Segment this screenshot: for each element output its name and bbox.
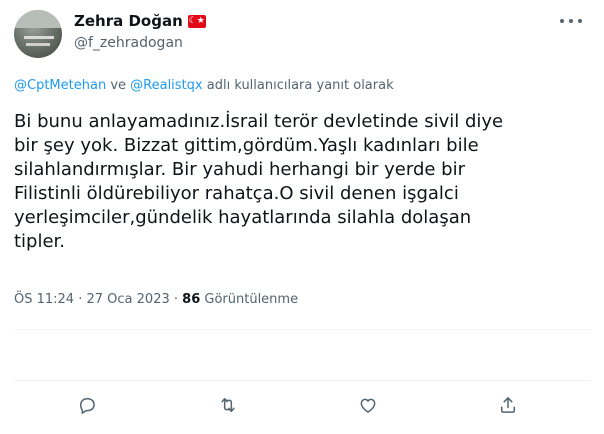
tweet-date[interactable]: 27 Oca 2023 — [87, 292, 170, 307]
reply-button[interactable] — [72, 390, 102, 420]
share-button[interactable] — [493, 390, 523, 420]
like-button[interactable] — [353, 390, 383, 420]
dot — [578, 19, 582, 23]
reply-icon — [80, 398, 95, 414]
retweet-button[interactable] — [213, 390, 243, 420]
avatar-detail — [26, 43, 50, 46]
reply-context: @CptMetehan ve @Realistqx adlı kullanıcı… — [14, 78, 394, 93]
reply-suffix: adlı kullanıcılara yanıt olarak — [202, 78, 394, 93]
retweet-icon — [221, 398, 235, 412]
views-count: 86 — [182, 292, 201, 307]
reply-connector: ve — [106, 78, 131, 93]
reply-user-link[interactable]: @Realistqx — [130, 78, 202, 93]
tweet-time[interactable]: ÖS 11:24 — [14, 292, 74, 307]
author-display-name[interactable]: Zehra Doğan — [74, 12, 183, 30]
avatar-sky — [14, 10, 62, 28]
author-handle[interactable]: @f_zehradogan — [74, 35, 183, 51]
more-options-icon[interactable] — [560, 14, 582, 28]
meta-separator: · — [74, 292, 87, 307]
tweet-meta: ÖS 11:24 · 27 Oca 2023 · 86 Görüntülenme — [14, 292, 298, 307]
tweet-actions — [0, 390, 604, 420]
avatar[interactable] — [14, 10, 62, 58]
meta-separator: · — [169, 292, 183, 307]
share-icon — [501, 397, 515, 413]
divider — [14, 329, 590, 330]
divider — [14, 380, 590, 381]
reply-user-link[interactable]: @CptMetehan — [14, 78, 106, 93]
dot — [560, 19, 564, 23]
avatar-detail — [24, 36, 54, 39]
turkey-flag-icon: ☾★ — [187, 14, 206, 28]
dot — [569, 19, 573, 23]
views-label: Görüntülenme — [200, 292, 299, 307]
tweet-text: Bi bunu anlayamadınız.İsrail terör devle… — [14, 111, 504, 252]
like-icon — [360, 398, 376, 413]
author-name-row: Zehra Doğan ☾★ — [74, 12, 206, 30]
